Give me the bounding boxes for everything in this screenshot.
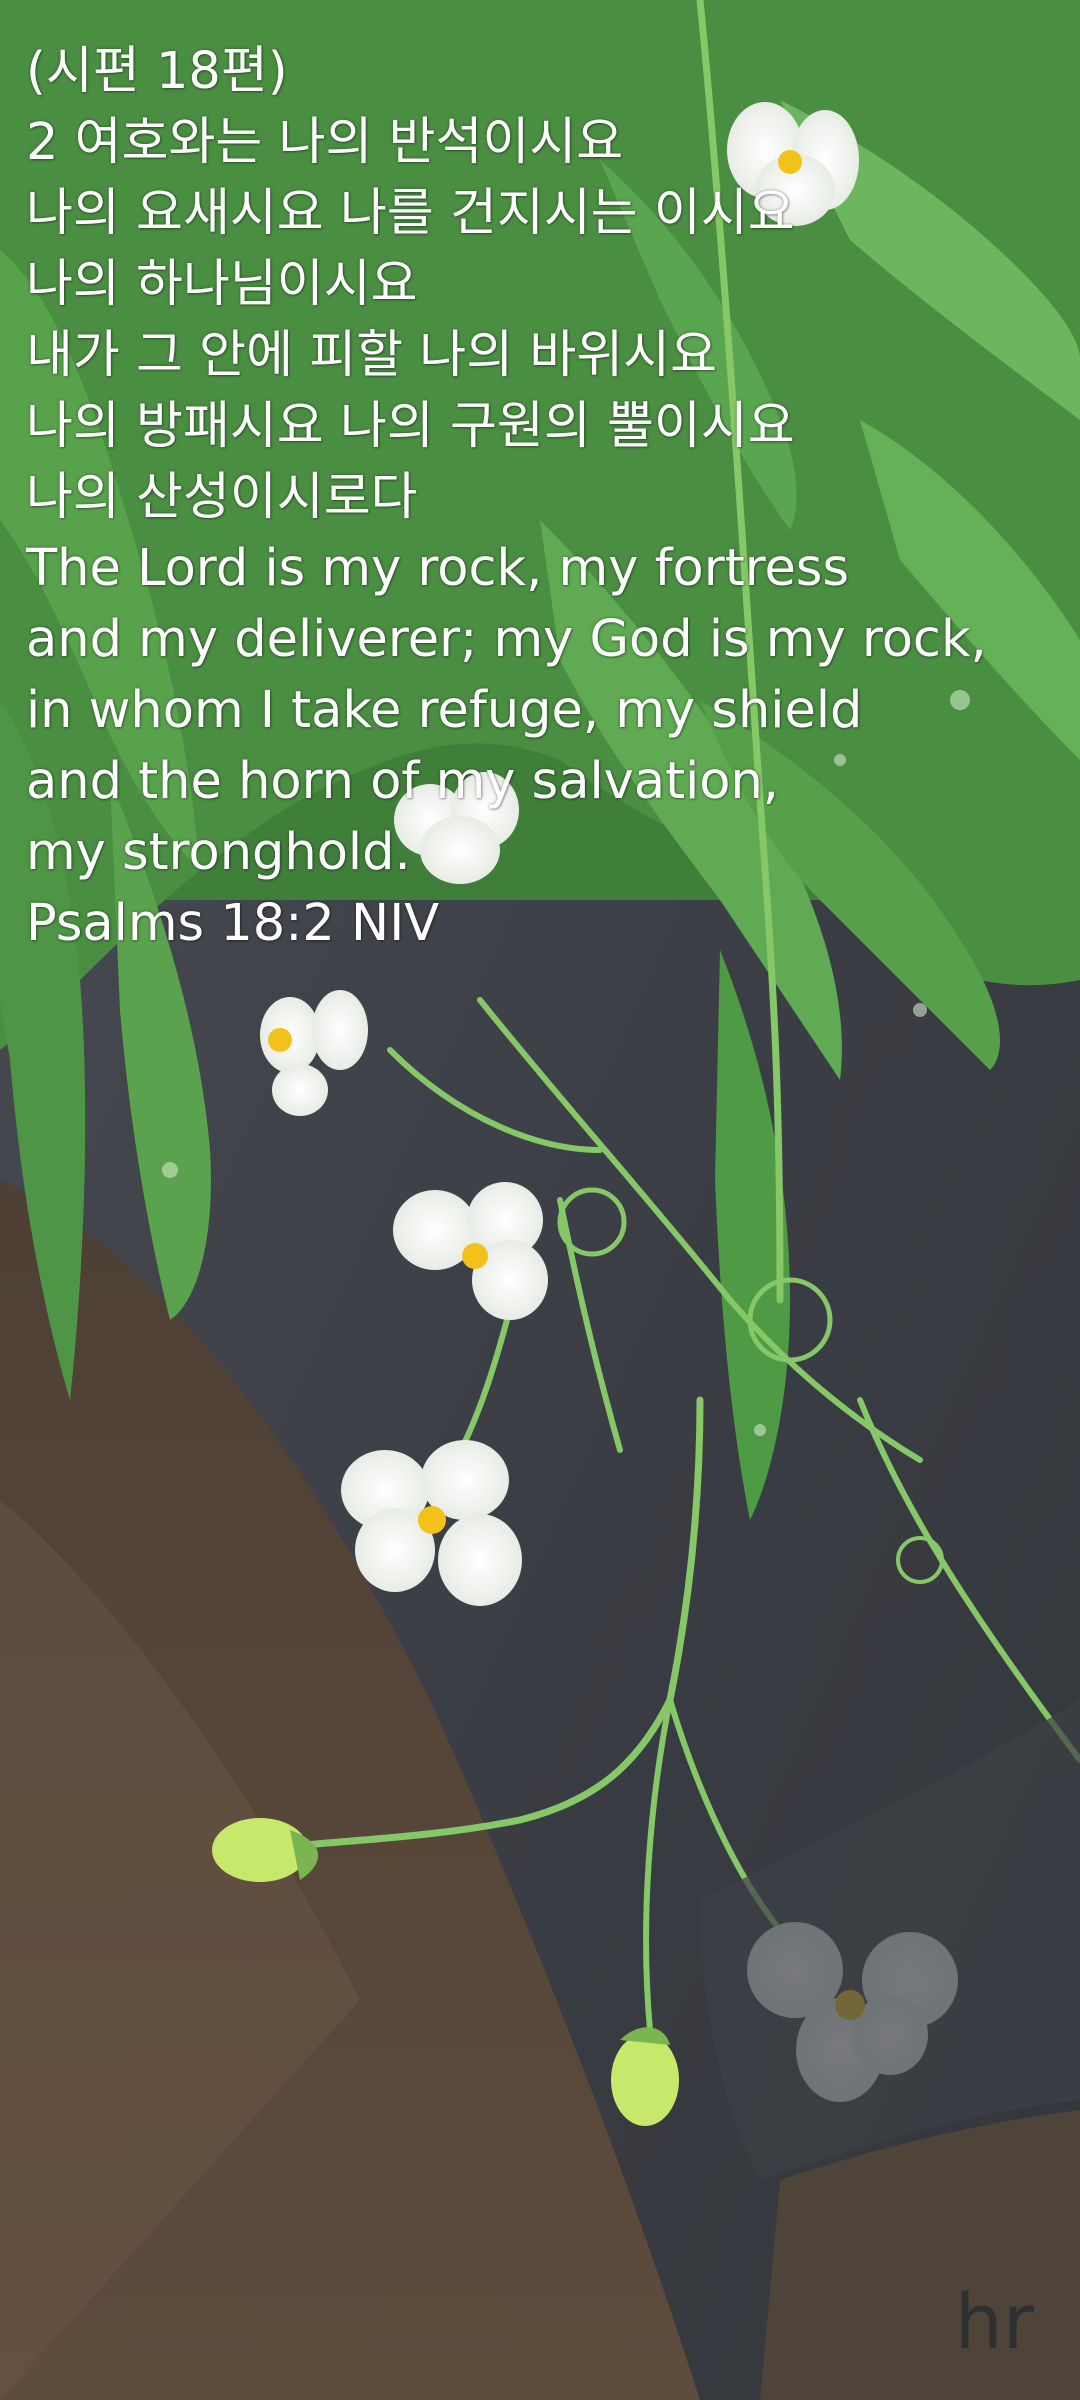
- verse-korean-line: 나의 하나님이시요: [26, 255, 418, 314]
- signature-watermark: hr: [954, 2277, 1034, 2366]
- verse-english-line: in whom I take refuge, my shield: [26, 681, 863, 740]
- verse-korean-line: 나의 산성이시로다: [26, 468, 418, 527]
- verse-english-line: The Lord is my rock, my fortress: [26, 539, 850, 598]
- verse-korean-line: 내가 그 안에 피할 나의 바위시요: [26, 326, 718, 385]
- verse-korean-line: 2 여호와는 나의 반석이시요: [26, 113, 624, 172]
- verse-korean-line: 나의 요새시요 나를 건지시는 이시요: [26, 184, 795, 243]
- verse-reference: Psalms 18:2 NIV: [26, 894, 440, 953]
- wallpaper-screen: (시편 18편) 2 여호와는 나의 반석이시요 나의 요새시요 나를 건지시는…: [0, 0, 1080, 2400]
- verse-english-line: my stronghold.: [26, 823, 411, 882]
- verse-korean-line: 나의 방패시요 나의 구원의 뿔이시요: [26, 397, 795, 456]
- verse-text-overlay: (시편 18편) 2 여호와는 나의 반석이시요 나의 요새시요 나를 건지시는…: [26, 36, 1056, 959]
- verse-english-line: and the horn of my salvation,: [26, 752, 779, 811]
- verse-korean-line: (시편 18편): [26, 42, 288, 101]
- verse-english-line: and my deliverer; my God is my rock,: [26, 610, 987, 669]
